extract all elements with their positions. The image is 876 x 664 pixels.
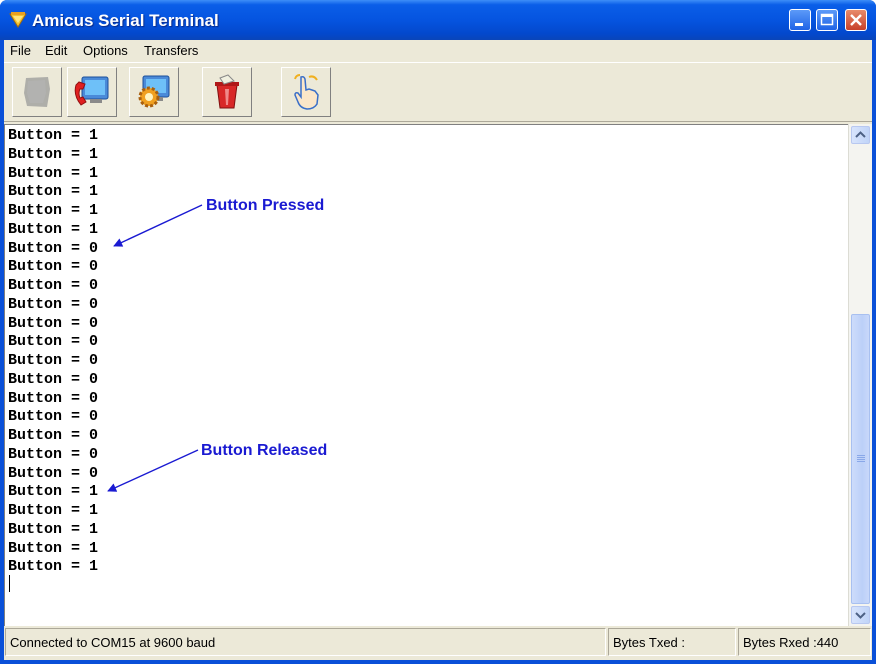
vertical-scrollbar[interactable] (848, 124, 872, 626)
chevron-down-icon (855, 612, 866, 619)
title-bar[interactable]: Amicus Serial Terminal (0, 0, 876, 40)
menu-transfers[interactable]: Transfers (144, 43, 198, 58)
grip-line (857, 455, 865, 456)
connect-phone-icon (74, 76, 109, 106)
close-icon (850, 14, 862, 26)
status-txed-pane: Bytes Txed : (608, 628, 736, 656)
minimize-button[interactable] (789, 9, 811, 31)
maximize-icon (820, 13, 834, 26)
scroll-thumb[interactable] (851, 314, 870, 604)
connection-status: Connected to COM15 at 9600 baud (10, 635, 216, 650)
scroll-up-button[interactable] (851, 126, 870, 144)
app-window: Amicus Serial Terminal File Edit Options… (0, 0, 876, 664)
minimize-icon (795, 23, 803, 26)
status-bar: Connected to COM15 at 9600 baud Bytes Tx… (4, 626, 872, 660)
disconnected-icon (24, 77, 50, 107)
grip-line (857, 459, 865, 460)
status-rxed-pane: Bytes Rxed :440 (738, 628, 871, 656)
clear-button[interactable] (202, 67, 252, 117)
menu-edit[interactable]: Edit (45, 43, 67, 58)
pointer-button[interactable] (281, 67, 331, 117)
menu-bar: File Edit Options Transfers (4, 40, 872, 62)
released-arrow (107, 449, 199, 492)
menu-file[interactable]: File (10, 43, 31, 58)
grip-line (857, 457, 865, 458)
window-client-area: File Edit Options Transfers Button = 1 B… (4, 40, 872, 660)
grip-line (857, 461, 865, 462)
settings-gear-icon (138, 75, 170, 108)
terminal-output[interactable]: Button = 1 Button = 1 Button = 1 Button = 1… (4, 124, 848, 626)
chevron-up-icon (855, 131, 866, 138)
disconnect-button[interactable] (12, 67, 62, 117)
status-connection-pane: Connected to COM15 at 9600 baud (5, 628, 606, 656)
window-title: Amicus Serial Terminal (32, 11, 219, 30)
annotation-arrows (107, 204, 203, 492)
settings-button[interactable] (129, 67, 179, 117)
maximize-button[interactable] (816, 9, 838, 31)
menu-options[interactable]: Options (83, 43, 128, 58)
close-button[interactable] (845, 9, 867, 31)
pressed-arrow (113, 204, 203, 247)
app-logo-icon (9, 12, 27, 28)
pointer-hand-icon (294, 74, 319, 110)
scroll-down-button[interactable] (851, 606, 870, 624)
button-released-label: Button Released (201, 442, 328, 459)
clear-bin-icon (215, 74, 239, 109)
bytes-rxed: Bytes Rxed :440 (743, 635, 839, 650)
connect-button[interactable] (67, 67, 117, 117)
button-pressed-label: Button Pressed (206, 197, 325, 214)
toolbar (4, 62, 872, 122)
bytes-txed: Bytes Txed : (613, 635, 686, 650)
